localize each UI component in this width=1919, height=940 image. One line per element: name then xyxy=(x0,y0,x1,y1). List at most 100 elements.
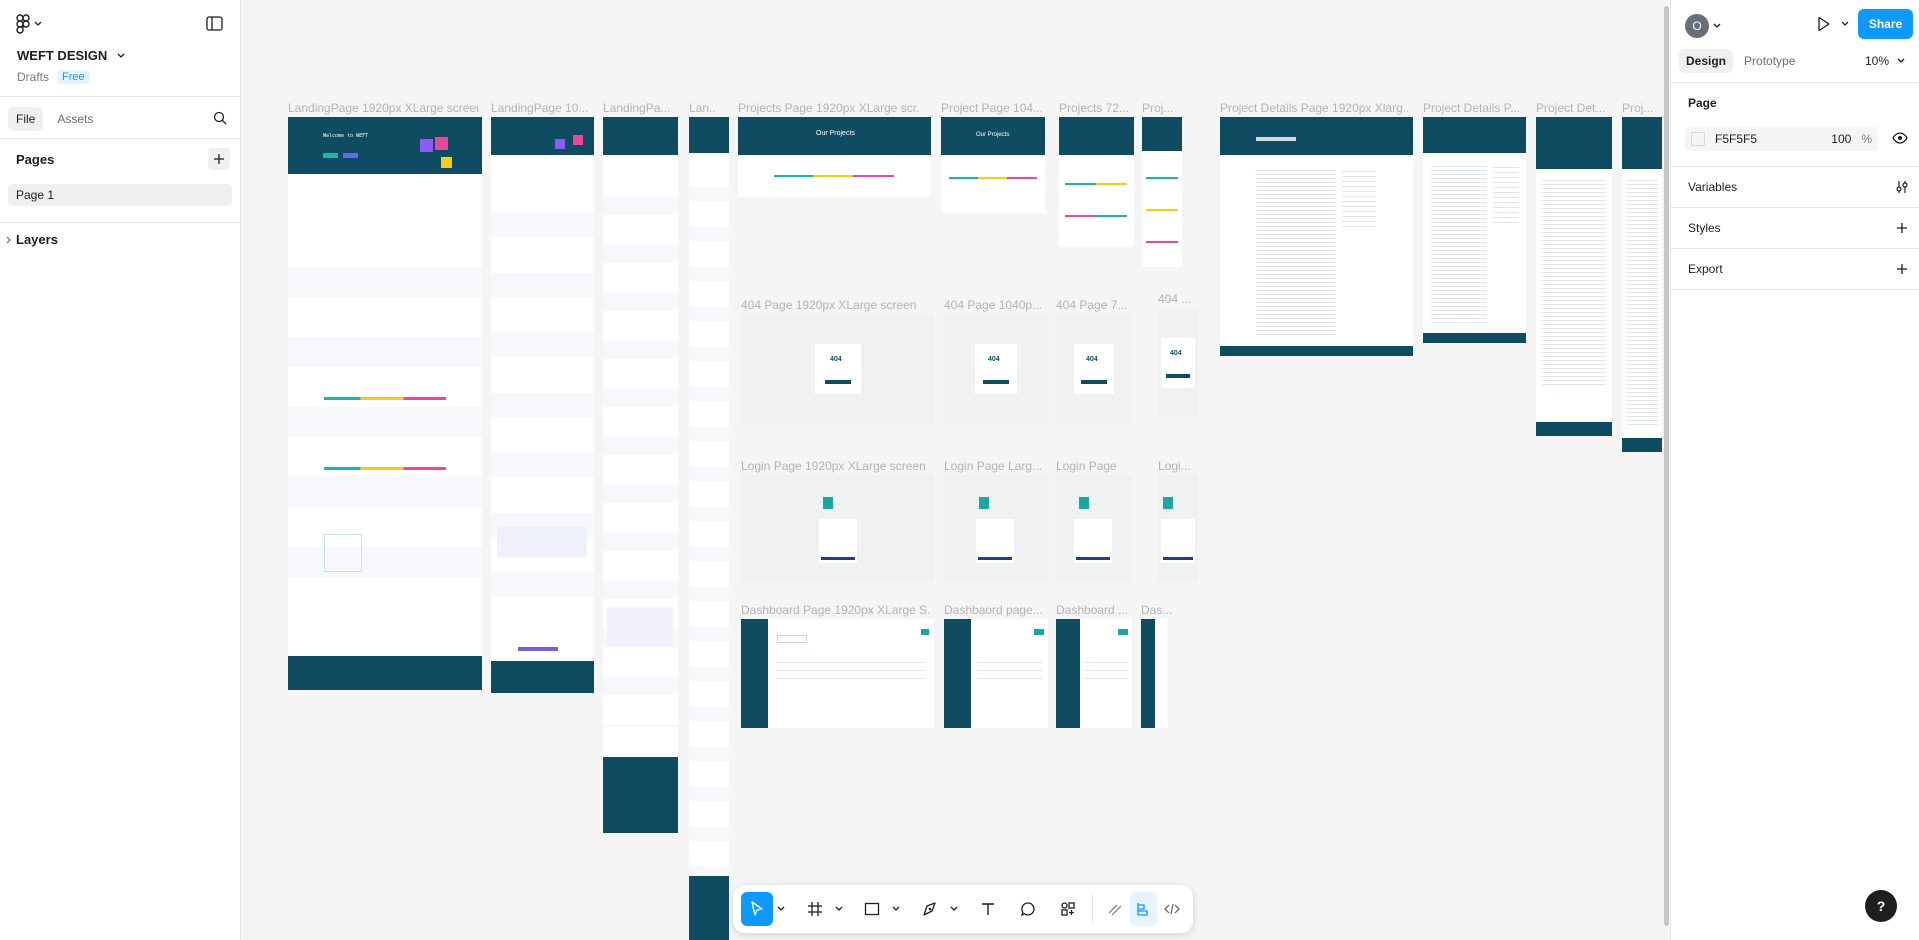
frame-login-xl[interactable] xyxy=(741,475,934,582)
frame-label-details-sm[interactable]: Proj... xyxy=(1622,101,1662,115)
chevron-down-icon xyxy=(1897,58,1905,64)
main-menu-button[interactable] xyxy=(16,14,42,34)
divider xyxy=(1671,248,1919,249)
frame-login-sm[interactable] xyxy=(1158,475,1198,582)
frame-dashboard-md[interactable] xyxy=(1056,619,1132,728)
frame-landing-1040[interactable] xyxy=(491,117,594,693)
present-button[interactable] xyxy=(1817,16,1849,32)
draw-mode-button[interactable] xyxy=(1101,892,1128,926)
draw-icon xyxy=(1107,901,1123,917)
frame-label-dashboard-md[interactable]: Dashboard ... xyxy=(1056,603,1132,617)
add-export-icon[interactable] xyxy=(1896,263,1908,275)
frame-tool-button[interactable] xyxy=(799,892,831,926)
frame-label-404-xl[interactable]: 404 Page 1920px XLarge screen xyxy=(741,298,931,312)
color-swatch[interactable] xyxy=(1691,132,1705,146)
chevron-down-icon[interactable] xyxy=(948,906,959,912)
file-location[interactable]: Drafts xyxy=(17,70,49,84)
frame-projects-sm[interactable] xyxy=(1142,117,1182,267)
tab-prototype[interactable]: Prototype xyxy=(1737,49,1802,73)
frame-login[interactable] xyxy=(1056,475,1132,582)
divider xyxy=(0,96,240,97)
actions-tool-button[interactable] xyxy=(1052,892,1084,926)
divider xyxy=(1671,166,1919,167)
pen-tool-button[interactable] xyxy=(914,892,946,926)
frame-details-sm[interactable] xyxy=(1622,117,1662,452)
frame-label-landing-xl[interactable]: LandingPage 1920px XLarge screen xyxy=(288,101,478,115)
chevron-down-icon[interactable] xyxy=(891,906,902,912)
move-tool-button[interactable] xyxy=(741,892,774,926)
frame-landing-sm[interactable] xyxy=(689,117,729,940)
help-button[interactable]: ? xyxy=(1865,890,1897,922)
plan-badge: Free xyxy=(57,70,90,84)
frame-label-landing-1040[interactable]: LandingPage 10... xyxy=(491,101,595,115)
frame-landing-md[interactable] xyxy=(603,117,678,833)
frame-details-xl[interactable] xyxy=(1220,117,1413,356)
frame-label-landing-sm[interactable]: Lan... xyxy=(689,101,717,115)
page-item-page-1[interactable]: Page 1 xyxy=(8,184,232,206)
page-background-field[interactable]: F5F5F5 100 % xyxy=(1685,127,1878,151)
frame-404-sm[interactable]: 404 xyxy=(1158,308,1198,417)
toggle-sidebar-icon[interactable] xyxy=(206,16,223,31)
eye-icon[interactable] xyxy=(1892,132,1908,144)
background-hex[interactable]: F5F5F5 xyxy=(1715,132,1757,146)
frame-404-1040[interactable]: 404 xyxy=(944,314,1048,423)
frame-label-login[interactable]: Login Page xyxy=(1056,459,1132,473)
frame-label-details-1040[interactable]: Project Details P... xyxy=(1423,101,1527,115)
background-opacity[interactable]: 100 xyxy=(1831,132,1851,146)
frame-landing-xl[interactable]: Welcome to WEFT xyxy=(288,117,482,690)
text-tool-button[interactable] xyxy=(972,892,1004,926)
layers-title: Layers xyxy=(16,232,58,247)
chevron-down-icon xyxy=(1841,21,1849,27)
frame-dashboard-xl[interactable] xyxy=(741,619,934,728)
frame-label-404-720[interactable]: 404 Page 7... xyxy=(1056,298,1132,312)
frame-label-404-1040[interactable]: 404 Page 1040p... xyxy=(944,298,1048,312)
variables-icon[interactable] xyxy=(1895,180,1909,194)
frame-label-login-large[interactable]: Login Page Larg... xyxy=(944,459,1048,473)
frame-dashboard-sm[interactable] xyxy=(1141,619,1168,728)
frame-label-dashboard-sm[interactable]: Das... xyxy=(1141,603,1175,617)
add-page-icon[interactable] xyxy=(208,148,230,170)
file-name-row[interactable]: WEFT DESIGN xyxy=(17,48,125,63)
layers-toggle[interactable]: Layers xyxy=(6,232,58,247)
design-canvas[interactable]: LandingPage 1920px XLarge screen Landing… xyxy=(241,0,1670,940)
frame-projects-1040[interactable]: Our Projects xyxy=(941,117,1045,213)
chevron-down-icon[interactable] xyxy=(833,906,844,912)
search-icon[interactable] xyxy=(213,111,227,125)
frame-label-landing-md[interactable]: LandingPa... xyxy=(603,101,669,115)
user-menu[interactable]: O xyxy=(1685,14,1721,38)
frame-label-details-720[interactable]: Project Det... xyxy=(1536,101,1612,115)
frame-details-1040[interactable] xyxy=(1423,117,1526,343)
frame-label-login-xl[interactable]: Login Page 1920px XLarge screen xyxy=(741,459,931,473)
tab-file[interactable]: File xyxy=(8,107,44,131)
tab-assets[interactable]: Assets xyxy=(49,107,101,131)
frame-404-xl[interactable]: 404 xyxy=(741,314,934,423)
frame-label-projects-xl[interactable]: Projects Page 1920px XLarge scr... xyxy=(738,101,920,115)
chevron-down-icon[interactable] xyxy=(775,906,786,912)
zoom-control[interactable]: 10% xyxy=(1865,54,1905,68)
dev-mode-button[interactable] xyxy=(1159,892,1186,926)
frame-dashboard-large[interactable] xyxy=(944,619,1048,728)
share-button[interactable]: Share xyxy=(1858,9,1913,39)
frame-details-720[interactable] xyxy=(1536,117,1612,436)
tab-design[interactable]: Design xyxy=(1679,49,1734,73)
frame-projects-xl[interactable]: Our Projects xyxy=(738,117,931,197)
frame-404-720[interactable]: 404 xyxy=(1056,314,1132,423)
frame-label-dashboard-large[interactable]: Dashbaord page... xyxy=(944,603,1048,617)
frame-label-404-sm[interactable]: 404 ... xyxy=(1158,292,1196,306)
zoom-level: 10% xyxy=(1865,54,1890,68)
shape-tool-button[interactable] xyxy=(856,892,888,926)
frame-footer xyxy=(288,656,482,690)
frame-label-projects-720[interactable]: Projects 72... xyxy=(1059,101,1133,115)
frame-label-projects-sm[interactable]: Proj... xyxy=(1142,101,1178,115)
frame-projects-720[interactable] xyxy=(1059,117,1134,247)
comment-tool-button[interactable] xyxy=(1012,892,1044,926)
frame-label-projects-1040[interactable]: Project Page 104... xyxy=(941,101,1045,115)
projects-heading: Our Projects xyxy=(816,130,855,137)
frame-login-large[interactable] xyxy=(944,475,1048,582)
frame-label-details-xl[interactable]: Project Details Page 1920px Xlarg... xyxy=(1220,101,1408,115)
canvas-scrollbar[interactable] xyxy=(1664,6,1669,926)
design-mode-button[interactable] xyxy=(1129,892,1157,926)
frame-label-login-sm[interactable]: Logi... xyxy=(1158,459,1196,473)
frame-label-dashboard-xl[interactable]: Dashboard Page 1920px XLarge S... xyxy=(741,603,931,617)
add-style-icon[interactable] xyxy=(1896,222,1908,234)
